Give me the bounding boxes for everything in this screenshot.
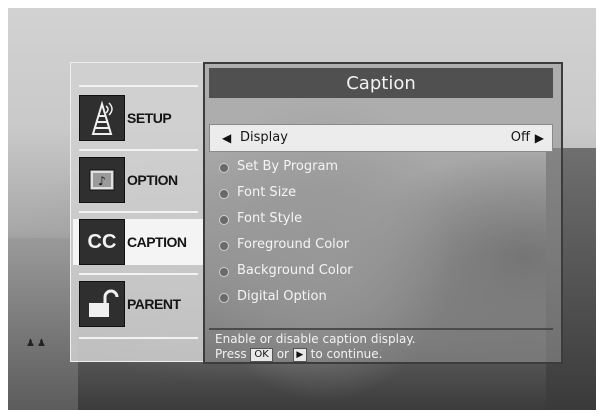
menu-item-font-size[interactable]: Font Size — [209, 180, 553, 206]
music-note-icon: ♪ — [79, 157, 125, 203]
menu-item-label: Font Style — [237, 211, 303, 226]
divider — [79, 85, 198, 87]
sidebar-item-parent[interactable]: PARENT — [79, 281, 203, 327]
menu-item-digital-option[interactable]: Digital Option — [209, 284, 553, 310]
right-arrow-key-icon: ▶ — [292, 347, 307, 362]
divider — [79, 273, 198, 275]
bullet-icon — [219, 241, 229, 251]
sidebar-item-label: OPTION — [127, 172, 178, 188]
divider — [79, 337, 198, 339]
divider — [79, 211, 198, 213]
help-press: Press — [215, 347, 247, 361]
tower-icon — [79, 95, 125, 141]
menu-item-display[interactable]: ◀ Display Off ▶ — [209, 124, 553, 152]
bullet-icon — [219, 267, 229, 277]
menu-item-label: Background Color — [237, 263, 353, 278]
help-continue: to continue. — [310, 347, 383, 361]
unlock-icon — [79, 281, 125, 327]
title-bar: Caption — [209, 68, 553, 98]
menu-item-set-by-program[interactable]: Set By Program — [209, 154, 553, 180]
menu-item-foreground-color[interactable]: Foreground Color — [209, 232, 553, 258]
help-line-1: Enable or disable caption display. — [215, 332, 416, 346]
bullet-icon — [219, 215, 229, 225]
menu-item-background-color[interactable]: Background Color — [209, 258, 553, 284]
page-title: Caption — [346, 72, 416, 94]
bullet-icon — [219, 163, 229, 173]
menu-item-label: Foreground Color — [237, 237, 350, 252]
arrow-left-icon[interactable]: ◀ — [222, 125, 231, 151]
bullet-icon — [219, 189, 229, 199]
display-value: Off — [510, 130, 530, 145]
menu-item-label: Set By Program — [237, 159, 339, 174]
svg-text:♪: ♪ — [98, 174, 106, 188]
sidebar-item-setup[interactable]: SETUP — [79, 95, 203, 141]
sidebar-item-caption[interactable]: CC CAPTION — [73, 219, 203, 265]
cliff-left — [8, 238, 78, 410]
help-line-2: Press OK or ▶ to continue. — [215, 347, 553, 362]
caption-menu: ◀ Display Off ▶ Set By Program Font Size… — [209, 124, 553, 310]
sidebar: SETUP ♪ OPTION CC CAPTION PARENT — [70, 62, 205, 362]
cc-icon: CC — [79, 219, 125, 265]
help-text: Enable or disable caption display. Press… — [209, 328, 553, 362]
menu-item-label: Display — [240, 130, 288, 145]
arrow-right-icon[interactable]: ▶ — [535, 125, 544, 151]
bullet-icon — [219, 293, 229, 303]
help-or: or — [276, 347, 289, 361]
caption-panel: Caption ◀ Display Off ▶ Set By Program F… — [203, 62, 563, 364]
sidebar-item-option[interactable]: ♪ OPTION — [79, 157, 203, 203]
sidebar-item-label: SETUP — [127, 110, 172, 126]
ok-key-icon: OK — [250, 347, 273, 362]
menu-item-font-style[interactable]: Font Style — [209, 206, 553, 232]
menu-item-label: Digital Option — [237, 289, 327, 304]
beach-people: ♟♟ — [26, 338, 48, 349]
menu-item-label: Font Size — [237, 185, 297, 200]
sidebar-item-label: PARENT — [127, 296, 181, 312]
sidebar-item-label: CAPTION — [127, 234, 187, 250]
divider — [79, 149, 198, 151]
